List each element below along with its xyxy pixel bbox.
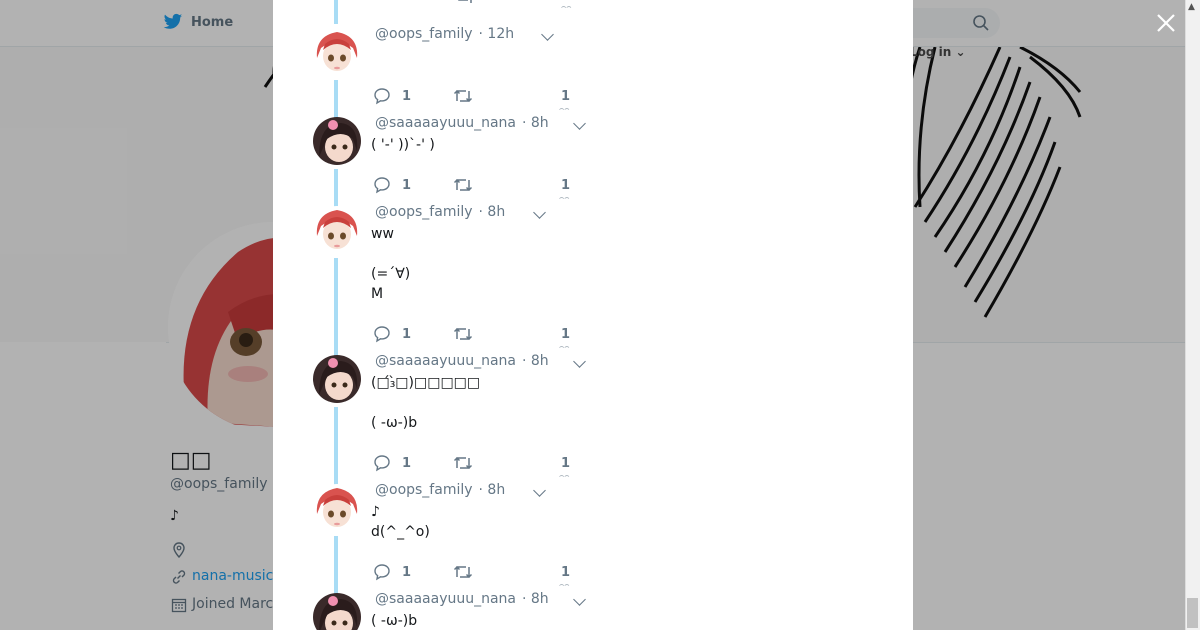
tweet-header: @saaaaayuuu_nana · 8h: [375, 115, 549, 131]
tweet-handle[interactable]: @oops_family: [375, 204, 473, 220]
chevron-down-icon[interactable]: [533, 206, 546, 219]
like-count: 1: [561, 178, 571, 193]
retweet-icon[interactable]: [453, 454, 473, 472]
like-icon[interactable]: ⌢⌢: [559, 581, 570, 589]
scroll-up-arrow-icon[interactable]: ▲: [1188, 2, 1195, 12]
like-icon[interactable]: ⌢⌢: [559, 105, 570, 113]
tweet-text: ww (=´∀) M: [371, 226, 411, 302]
chevron-down-icon[interactable]: [573, 355, 586, 368]
like-icon[interactable]: ⌢⌢: [559, 194, 570, 202]
tweet-handle[interactable]: @oops_family: [375, 26, 473, 42]
reply-count: 1: [402, 565, 412, 580]
reply-icon[interactable]: [373, 176, 391, 194]
reply-count: 1: [402, 178, 412, 193]
tweet-handle[interactable]: @saaaaayuuu_nana: [375, 115, 516, 131]
tweet-text: ( -ω-)b: [371, 613, 418, 629]
reply-icon[interactable]: [373, 454, 391, 472]
like-count: 1: [561, 456, 571, 471]
user-avatar[interactable]: [313, 117, 361, 165]
tweet-text: ( '-' ))`-' ): [371, 137, 435, 153]
tweet-text: ♪ d(^_^o): [371, 504, 430, 540]
close-button[interactable]: [1155, 12, 1177, 36]
tweet-header: @saaaaayuuu_nana · 8h: [375, 353, 549, 369]
reply-count: 1: [402, 89, 412, 104]
reply-count: 1: [402, 327, 412, 342]
reply-action-partial: ⌢⌢: [373, 0, 633, 11]
login-link[interactable]: Log in ⌄: [910, 45, 966, 59]
like-count: 1: [561, 565, 571, 580]
tweet-timestamp[interactable]: · 8h: [522, 591, 549, 607]
tweet-actions: 1 1 ⌢⌢: [371, 87, 631, 113]
like-count: ⌢⌢: [561, 2, 572, 11]
conversation-modal: ⌢⌢ @oops_family · 12h 1 1 ⌢⌢ @saaaaayuuu_nana…: [273, 0, 913, 630]
user-avatar[interactable]: [313, 593, 361, 630]
like-icon[interactable]: ⌢⌢: [559, 343, 570, 351]
thread-connector-line: [334, 407, 338, 491]
chevron-down-icon[interactable]: [573, 593, 586, 606]
tweet-handle[interactable]: @oops_family: [375, 482, 473, 498]
scrollbar-thumb[interactable]: [1187, 598, 1198, 628]
retweet-icon[interactable]: [453, 325, 473, 343]
tweet-timestamp[interactable]: · 8h: [479, 482, 506, 498]
tweet-handle[interactable]: @saaaaayuuu_nana: [375, 591, 516, 607]
thread-connector-line: [334, 0, 338, 24]
chevron-down-icon[interactable]: [533, 484, 546, 497]
tweet-handle[interactable]: @saaaaayuuu_nana: [375, 353, 516, 369]
tweet-timestamp[interactable]: · 8h: [479, 204, 506, 220]
tweet-actions: 1 1 ⌢⌢: [371, 454, 631, 480]
tweet-header: @saaaaayuuu_nana · 8h: [375, 591, 549, 607]
tweet-header: @oops_family · 8h: [375, 204, 505, 220]
tweet-header: @oops_family · 12h: [375, 26, 514, 42]
like-count: 1: [561, 89, 571, 104]
chevron-down-icon[interactable]: [541, 28, 554, 41]
tweet-actions: 1 1 ⌢⌢: [371, 325, 631, 351]
tweet-text: (□́₃̀□)□□□□□ ( -ω-)b: [371, 375, 481, 431]
tweet-timestamp[interactable]: · 8h: [522, 115, 549, 131]
user-avatar[interactable]: [313, 206, 361, 254]
close-icon: [1157, 14, 1175, 32]
reply-icon[interactable]: [373, 563, 391, 581]
tweet-timestamp[interactable]: · 12h: [479, 26, 515, 42]
user-avatar[interactable]: [313, 484, 361, 532]
like-count: 1: [561, 327, 571, 342]
tweet-header: @oops_family · 8h: [375, 482, 505, 498]
tweet-timestamp[interactable]: · 8h: [522, 353, 549, 369]
chevron-down-icon: ⌄: [955, 45, 966, 59]
like-icon[interactable]: ⌢⌢: [559, 472, 570, 480]
thread-connector-line: [334, 258, 338, 362]
retweet-icon[interactable]: [453, 87, 473, 105]
user-avatar[interactable]: [313, 355, 361, 403]
scrollbar[interactable]: [1185, 0, 1200, 630]
chevron-down-icon[interactable]: [573, 117, 586, 130]
reply-icon[interactable]: [373, 325, 391, 343]
retweet-icon[interactable]: [453, 176, 473, 194]
login-label: Log in: [910, 45, 952, 59]
retweet-icon[interactable]: [453, 563, 473, 581]
reply-icon[interactable]: [373, 87, 391, 105]
reply-count: 1: [402, 456, 412, 471]
user-avatar[interactable]: [313, 28, 361, 76]
thread-connector-line: [334, 536, 338, 600]
tweet-actions: 1 1 ⌢⌢: [371, 176, 631, 202]
tweet-actions: 1 1 ⌢⌢: [371, 563, 631, 589]
retweet-icon: [458, 0, 472, 3]
